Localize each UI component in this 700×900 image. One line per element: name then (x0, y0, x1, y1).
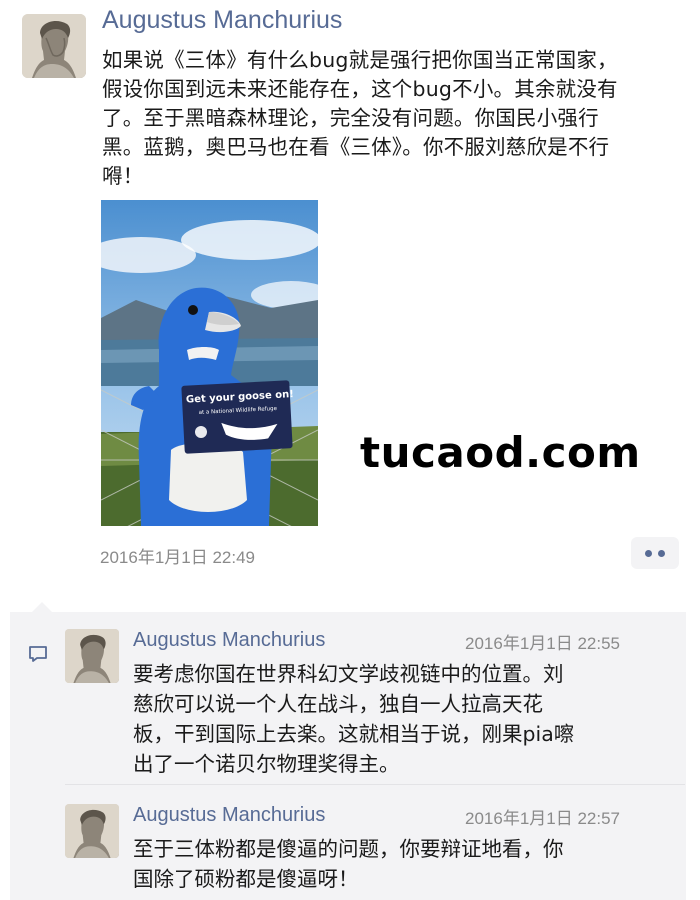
post-text-line: 如果说《三体》有什么bug就是强行把你国当正常国家， (102, 48, 618, 72)
comment-text-line: 出了一个诺贝尔物理奖得主。 (133, 752, 400, 776)
comment-timestamp: 2016年1月1日 22:57 (465, 809, 620, 828)
post-text-line: 假设你国到远未来还能存在，这个bug不小。其余就没有 (102, 77, 618, 101)
bust-avatar-image (65, 804, 119, 858)
post-timestamp: 2016年1月1日 22:49 (100, 548, 255, 567)
bust-avatar-image (65, 629, 119, 683)
post-author-name[interactable]: Augustus Manchurius (102, 6, 342, 35)
comment-text-line: 国除了硕粉都是傻逼呀！ (133, 867, 359, 891)
comment-author-name[interactable]: Augustus Manchurius (133, 629, 325, 652)
comment-text: 至于三体粉都是傻逼的问题，你要辩证地看，你 国除了硕粉都是傻逼呀！ (133, 834, 673, 894)
goose-mascot-photo: Get your goose on! at a National Wildlif… (101, 200, 318, 526)
watermark-text: tucaod.com (360, 428, 641, 477)
comment-text-line: 慈欣可以说一个人在战斗，独自一人拉高天花 (133, 692, 543, 716)
bust-avatar-image (22, 14, 86, 78)
author-avatar[interactable] (22, 14, 86, 78)
comment-text-line: 至于三体粉都是傻逼的问题，你要辩证地看，你 (133, 837, 564, 861)
moment-post: Augustus Manchurius 如果说《三体》有什么bug就是强行把你国… (0, 0, 700, 600)
post-text-line: 黑。蓝鹅，奥巴马也在看《三体》。你不服刘慈欣是不行 (102, 135, 610, 159)
more-button[interactable] (631, 537, 679, 569)
comment-author-avatar[interactable] (65, 804, 119, 858)
comment-text: 要考虑你国在世界科幻文学歧视链中的位置。刘 慈欣可以说一个人在战斗，独自一人拉高… (133, 659, 673, 779)
comment-bubble-icon (29, 646, 47, 662)
comment-text-line: 要考虑你国在世界科幻文学歧视链中的位置。刘 (133, 662, 564, 686)
comment-author-avatar[interactable] (65, 629, 119, 683)
comments-section: Augustus Manchurius 2016年1月1日 22:55 要考虑你… (10, 602, 686, 900)
comment-timestamp: 2016年1月1日 22:55 (465, 634, 620, 653)
comment-text-line: 板，干到国际上去楽。这就相当于说，刚果pia嚓 (133, 722, 575, 746)
more-dots-icon (645, 549, 665, 557)
post-text: 如果说《三体》有什么bug就是强行把你国当正常国家， 假设你国到远未来还能存在，… (102, 46, 680, 191)
post-text-line: 了。至于黑暗森林理论，完全没有问题。你国民小强行 (102, 106, 599, 130)
post-text-line: 嘚！ (102, 164, 144, 188)
comment-divider (65, 784, 685, 785)
comment-author-name[interactable]: Augustus Manchurius (133, 804, 325, 827)
post-photo[interactable]: Get your goose on! at a National Wildlif… (101, 200, 318, 526)
